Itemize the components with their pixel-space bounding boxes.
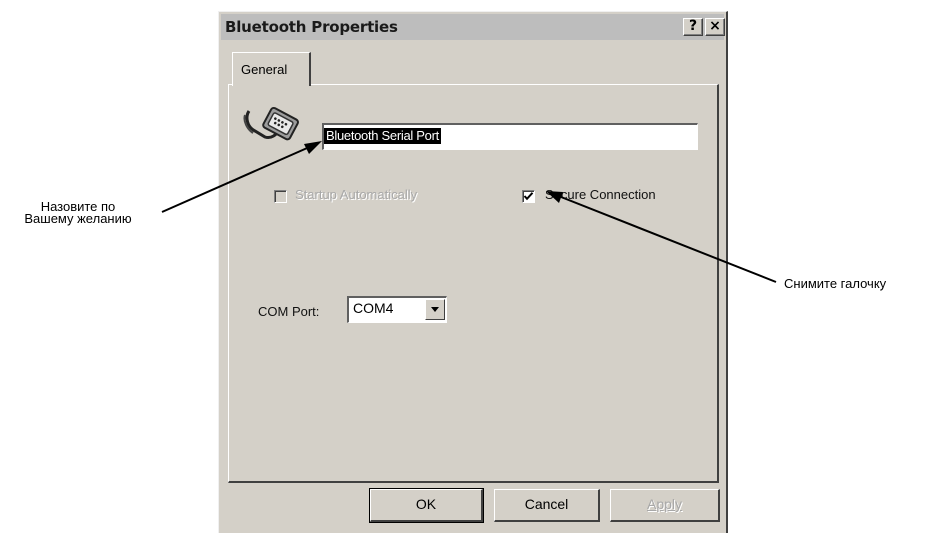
apply-button[interactable]: Apply (610, 489, 720, 522)
close-button[interactable]: × (705, 18, 725, 36)
com-port-dropdown[interactable]: COM4 (347, 296, 447, 323)
bluetooth-properties-dialog: Bluetooth Properties ? × General Bluetoo… (218, 11, 728, 533)
apply-button-label: Apply (646, 496, 683, 512)
startup-automatically-checkbox[interactable] (274, 190, 287, 203)
tab-general[interactable]: General (232, 52, 311, 86)
chevron-down-icon (431, 307, 439, 312)
com-port-label: COM Port: (258, 304, 320, 319)
device-name-value: Bluetooth Serial Port (324, 128, 441, 144)
startup-automatically-label: Startup Automatically (295, 187, 418, 202)
title-bar[interactable]: Bluetooth Properties ? × (221, 14, 725, 40)
uncheck-annotation: Снимите галочку (784, 276, 887, 291)
com-port-value: COM4 (353, 300, 394, 316)
screenshot-stage: Bluetooth Properties ? × General Bluetoo… (0, 0, 936, 533)
checkmark-icon (523, 192, 534, 201)
rename-annotation-line2: Вашему желанию (24, 211, 132, 226)
serial-port-icon (243, 106, 299, 141)
secure-connection-label: Secure Connection (545, 187, 656, 202)
rename-annotation: Назовите по Вашему желанию (0, 200, 156, 226)
help-button[interactable]: ? (683, 18, 703, 36)
secure-connection-checkbox[interactable] (522, 190, 535, 203)
tab-general-label: General (241, 62, 288, 77)
ok-button[interactable]: OK (369, 488, 484, 523)
dialog-title: Bluetooth Properties (225, 18, 398, 36)
cancel-button[interactable]: Cancel (494, 489, 600, 522)
dropdown-arrow-button[interactable] (425, 299, 445, 320)
